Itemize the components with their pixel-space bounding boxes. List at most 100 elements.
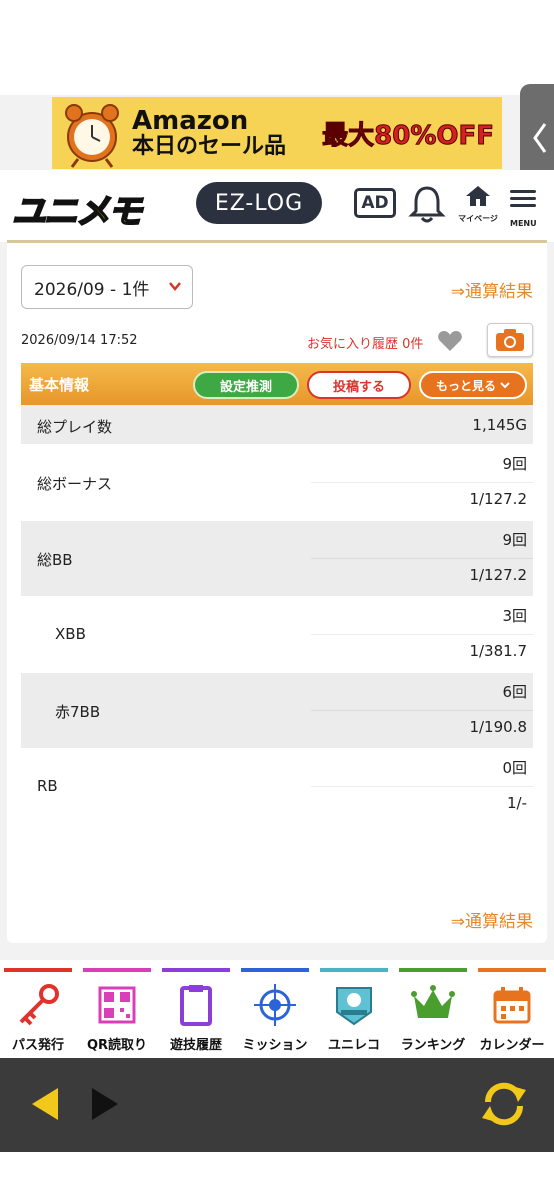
heart-icon[interactable] <box>437 329 463 353</box>
favorites-history-link[interactable]: お気に入り履歴 0件 <box>307 333 423 352</box>
stat-count: 3回 <box>502 607 527 625</box>
stat-row: 総BB 9回 1/127.2 <box>21 521 533 597</box>
back-arrow-icon[interactable] <box>28 1086 62 1122</box>
row-divider <box>311 634 533 635</box>
hamburger-icon <box>510 190 554 207</box>
nav-item-key[interactable]: パス発行 <box>0 960 76 1058</box>
mypage-label: マイページ <box>458 214 498 223</box>
show-more-button[interactable]: もっと見る <box>419 371 527 399</box>
stat-label: RB <box>37 777 58 795</box>
forward-arrow-icon[interactable] <box>88 1086 122 1122</box>
setting-estimate-button[interactable]: 設定推測 <box>193 371 299 399</box>
alarm-clock-icon <box>65 104 119 168</box>
nav-color-bar <box>4 968 72 972</box>
camera-button[interactable] <box>487 323 533 357</box>
total-results-link-bottom[interactable]: ⇒通算結果 <box>451 907 533 932</box>
stat-count: 9回 <box>502 455 527 473</box>
ez-log-button[interactable]: EZ-LOG <box>196 182 322 224</box>
row-divider <box>311 710 533 711</box>
nav-label: ユニレコ <box>327 1038 380 1053</box>
reload-icon[interactable] <box>478 1080 530 1128</box>
crown-icon <box>410 982 456 1028</box>
row-divider <box>311 482 533 483</box>
target-icon <box>252 982 298 1028</box>
stat-label: 総ボーナス <box>37 475 113 493</box>
qr-code-icon <box>94 982 140 1028</box>
calendar-icon <box>489 982 535 1028</box>
stats-table: 総プレイ数 1,145G 総ボーナス 9回 1/127.2 総BB 9回 1/127.2 XBB… <box>21 405 533 825</box>
result-card: 2026/09 - 1件 ⇒通算結果 2026/09/14 17:52 お気に入… <box>7 240 547 943</box>
row-divider <box>311 786 533 787</box>
nav-color-bar <box>241 968 309 972</box>
stat-count: 1,145G <box>472 416 527 434</box>
menu-label: MENU <box>510 219 537 228</box>
stat-count: 9回 <box>502 531 527 549</box>
stat-probability: 1/381.7 <box>469 642 527 660</box>
chevron-down-icon <box>169 282 181 291</box>
nav-item-crown[interactable]: ランキング <box>395 960 471 1058</box>
row-divider <box>311 558 533 559</box>
stat-row: RB 0回 1/- <box>21 749 533 825</box>
stat-probability: 1/- <box>506 794 527 812</box>
banner-title: Amazon <box>132 105 249 136</box>
basic-info-header: 基本情報 設定推測 投稿する もっと見る <box>21 363 533 405</box>
bottom-safe-area <box>0 1152 554 1200</box>
camera-icon <box>496 329 524 351</box>
stat-probability: 1/127.2 <box>469 566 527 584</box>
stat-probability: 1/190.8 <box>469 718 527 736</box>
nav-item-clipboard[interactable]: 遊技履歴 <box>158 960 234 1058</box>
nav-item-unireco-badge[interactable]: ユニレコ <box>316 960 392 1058</box>
stat-count: 0回 <box>502 759 527 777</box>
browser-toolbar <box>0 1058 554 1152</box>
session-datetime: 2026/09/14 17:52 <box>21 333 138 348</box>
nav-label: QR読取り <box>86 1038 148 1053</box>
nav-color-bar <box>478 968 546 972</box>
nav-color-bar <box>320 968 388 972</box>
unimemo-logo[interactable]: ユニメモ <box>11 184 143 233</box>
nav-label: ミッション <box>242 1038 308 1053</box>
nav-color-bar <box>399 968 467 972</box>
site-header: ユニメモ EZ-LOG AD マイページ MENU <box>0 170 554 242</box>
nav-item-calendar[interactable]: カレンダー <box>474 960 550 1058</box>
total-results-link-top[interactable]: ⇒通算結果 <box>451 277 533 302</box>
nav-label: パス発行 <box>11 1038 64 1053</box>
mypage-button[interactable]: マイページ <box>456 184 500 224</box>
key-icon <box>15 982 61 1028</box>
stat-label: 総BB <box>37 551 73 569</box>
stat-label: 赤7BB <box>55 703 101 721</box>
ad-button[interactable]: AD <box>354 188 396 218</box>
stat-probability: 1/127.2 <box>469 490 527 508</box>
top-blank-area <box>0 0 554 95</box>
banner-sale-text: 最大80%OFF <box>322 120 495 151</box>
bottom-navigation: パス発行 QR読取り 遊技履歴 ミッション ユニレコ ランキング カレンダー <box>0 960 554 1058</box>
nav-item-target[interactable]: ミッション <box>237 960 313 1058</box>
stat-row: 総ボーナス 9回 1/127.2 <box>21 445 533 521</box>
nav-label: カレンダー <box>479 1038 545 1053</box>
period-select-value: 2026/09 - 1件 <box>34 279 150 300</box>
clipboard-icon <box>173 982 219 1028</box>
stat-row: 総プレイ数 1,145G <box>21 405 533 445</box>
banner-subtitle: 本日のセール品 <box>132 134 287 160</box>
stat-count: 6回 <box>502 683 527 701</box>
banner-text-block: Amazon 本日のセール品 <box>132 105 322 160</box>
period-select[interactable]: 2026/09 - 1件 <box>21 265 193 309</box>
unireco-badge-icon <box>331 982 377 1028</box>
post-button[interactable]: 投稿する <box>307 371 411 399</box>
section-title: 基本情報 <box>29 376 90 394</box>
amazon-ad-banner[interactable]: Amazon 本日のセール品 最大80%OFF <box>52 97 502 169</box>
stat-row: XBB 3回 1/381.7 <box>21 597 533 673</box>
nav-label: ランキング <box>400 1038 466 1053</box>
home-icon <box>466 186 490 206</box>
stat-label: XBB <box>55 625 86 643</box>
chevron-left-icon <box>533 123 547 153</box>
stat-label: 総プレイ数 <box>37 418 113 436</box>
stat-row: 赤7BB 6回 1/190.8 <box>21 673 533 749</box>
nav-label: 遊技履歴 <box>169 1038 222 1053</box>
chevron-down-icon <box>500 382 510 389</box>
nav-item-qr-code[interactable]: QR読取り <box>79 960 155 1058</box>
nav-color-bar <box>83 968 151 972</box>
show-more-label: もっと見る <box>435 378 496 393</box>
menu-button[interactable]: MENU <box>510 186 554 230</box>
bell-icon[interactable] <box>408 184 446 224</box>
nav-color-bar <box>162 968 230 972</box>
